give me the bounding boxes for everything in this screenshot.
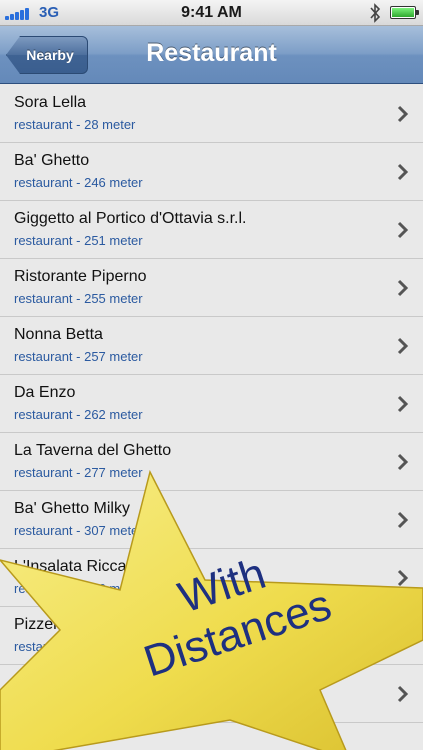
- item-detail: restaurant - 307 meter: [14, 523, 143, 538]
- item-name: Giggetto al Portico d'Ottavia s.r.l.: [14, 210, 247, 227]
- list-item[interactable]: Ba' Ghetto Milky restaurant - 307 meter: [0, 491, 423, 549]
- status-bar: 3G 9:41 AM: [0, 0, 423, 26]
- navigation-bar: Nearby Restaurant: [0, 26, 423, 84]
- item-name: La Taverna del Ghetto: [14, 442, 172, 459]
- item-name: L'Insalata Ricca: [14, 558, 127, 575]
- chevron-right-icon: [397, 685, 409, 703]
- list-item[interactable]: Sora Lella restaurant - 28 meter: [0, 85, 423, 143]
- item-name: Sora Lella: [14, 94, 87, 111]
- item-detail: restaurant - 418: [14, 639, 106, 654]
- item-name: La T: [14, 674, 46, 691]
- chevron-right-icon: [397, 221, 409, 239]
- chevron-right-icon: [397, 279, 409, 297]
- item-name: Ristorante Piperno: [14, 268, 147, 285]
- chevron-right-icon: [397, 569, 409, 587]
- item-detail: restaurant - 255 meter: [14, 291, 143, 306]
- chevron-right-icon: [397, 627, 409, 645]
- item-detail: restaurant - 246 meter: [14, 175, 143, 190]
- list-item[interactable]: Ba' Ghetto restaurant - 246 meter: [0, 143, 423, 201]
- list-item[interactable]: Giggetto al Portico d'Ottavia s.r.l. res…: [0, 201, 423, 259]
- list-item[interactable]: Nonna Betta restaurant - 257 meter: [0, 317, 423, 375]
- item-detail: restaurant - 28 meter: [14, 117, 136, 132]
- chevron-right-icon: [397, 163, 409, 181]
- battery-icon: [390, 6, 419, 19]
- item-name: Ba' Ghetto: [14, 152, 90, 169]
- bluetooth-icon: [370, 3, 381, 23]
- chevron-right-icon: [397, 395, 409, 413]
- page-title: Restaurant: [146, 39, 277, 67]
- list-item[interactable]: Da Enzo restaurant - 262 meter: [0, 375, 423, 433]
- list-item[interactable]: La Taverna del Ghetto restaurant - 277 m…: [0, 433, 423, 491]
- item-detail: restaurant - 257 meter: [14, 349, 143, 364]
- chevron-right-icon: [397, 511, 409, 529]
- list-item[interactable]: La T: [0, 665, 423, 723]
- item-name: Nonna Betta: [14, 326, 103, 343]
- item-detail: restaurant - 277 meter: [14, 465, 143, 480]
- chevron-right-icon: [397, 453, 409, 471]
- status-time: 9:41 AM: [181, 4, 242, 21]
- chevron-right-icon: [397, 337, 409, 355]
- chevron-right-icon: [397, 105, 409, 123]
- item-detail: restaurant - 262 meter: [14, 407, 143, 422]
- item-detail: restaurant - 251 meter: [14, 233, 143, 248]
- list-item[interactable]: Ristorante Piperno restaurant - 255 mete…: [0, 259, 423, 317]
- item-name: Ba' Ghetto Milky: [14, 500, 130, 517]
- item-name: Da Enzo: [14, 384, 76, 401]
